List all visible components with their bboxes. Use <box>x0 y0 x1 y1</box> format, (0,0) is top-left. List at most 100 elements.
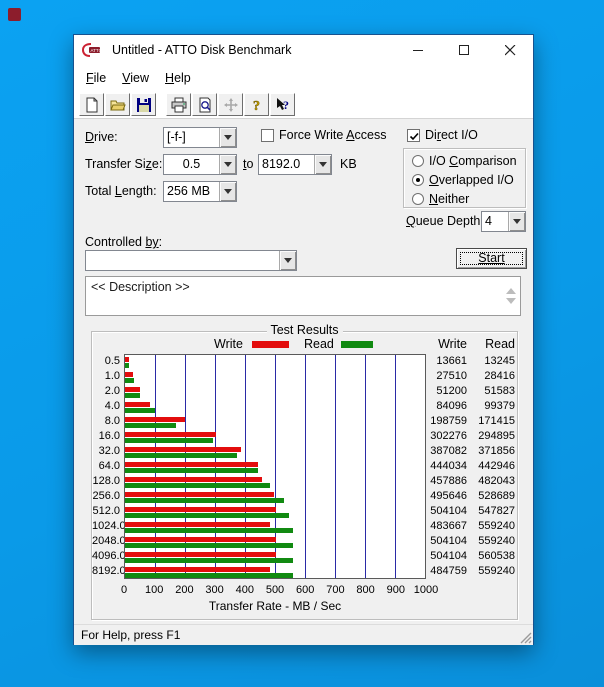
y-tick-label: 4096.0 <box>92 550 126 562</box>
svg-text:?: ? <box>283 98 289 112</box>
radio-circle[interactable] <box>412 155 424 167</box>
toolbar: ? ? <box>74 91 533 119</box>
read-bar <box>125 573 293 578</box>
save-button[interactable] <box>131 93 156 116</box>
checkbox-box[interactable] <box>261 128 274 142</box>
transfer-from-select[interactable]: 0.5 <box>163 154 237 175</box>
chevron-down-icon[interactable] <box>219 128 236 147</box>
read-bar <box>125 543 293 548</box>
x-tick-label: 900 <box>386 584 405 596</box>
write-values-column: 13661 27510 51200 84096 198759 302276 387082 44… <box>422 354 467 579</box>
description-box[interactable]: << Description >> <box>85 276 521 316</box>
write-value-cell: 13661 <box>436 355 467 367</box>
scroll-up-icon[interactable] <box>506 283 516 294</box>
menu-view[interactable]: View <box>114 68 157 88</box>
x-tick-label: 800 <box>356 584 375 596</box>
chart-row <box>125 475 425 490</box>
scroll-down-icon[interactable] <box>506 298 516 309</box>
force-write-access-checkbox[interactable]: Force Write Access <box>261 128 386 142</box>
x-tick-label: 600 <box>296 584 315 596</box>
read-value-cell: 559240 <box>478 520 515 532</box>
write-column-header: Write <box>438 337 467 351</box>
write-value-cell: 457886 <box>430 475 467 487</box>
direct-io-checkbox[interactable]: Direct I/O <box>407 128 478 142</box>
to-label: to <box>243 157 254 171</box>
queue-depth-select[interactable]: 4 <box>481 211 526 232</box>
y-tick-label: 128.0 <box>92 475 120 487</box>
read-bar <box>125 408 155 413</box>
write-bar <box>125 537 277 542</box>
read-value-cell: 528689 <box>478 490 515 502</box>
radio-circle-selected[interactable] <box>412 174 424 186</box>
chevron-down-icon[interactable] <box>279 251 296 270</box>
y-tick-label: 2048.0 <box>92 535 126 547</box>
read-bar <box>125 393 141 398</box>
read-bar <box>125 483 270 488</box>
read-value-cell: 559240 <box>478 565 515 577</box>
chevron-down-icon[interactable] <box>314 155 331 174</box>
status-text: For Help, press F1 <box>81 628 181 642</box>
legend-write-label: Write <box>214 337 243 351</box>
chevron-down-icon[interactable] <box>219 155 236 174</box>
write-bar <box>125 357 130 362</box>
context-help-button[interactable]: ? <box>270 93 295 116</box>
chart-row <box>125 370 425 385</box>
read-value-cell: 171415 <box>478 415 515 427</box>
total-length-select[interactable]: 256 MB <box>163 181 237 202</box>
y-tick-label: 4.0 <box>104 400 120 412</box>
radio-circle[interactable] <box>412 193 424 205</box>
y-tick-label: 16.0 <box>98 430 120 442</box>
chevron-down-icon[interactable] <box>508 212 525 231</box>
help-button[interactable]: ? <box>244 93 269 116</box>
checkbox-box[interactable] <box>407 128 420 142</box>
resize-grip[interactable] <box>518 630 532 644</box>
drive-select[interactable]: [-f-] <box>163 127 237 148</box>
move-arrows-icon <box>223 97 238 112</box>
maximize-button[interactable] <box>441 35 487 65</box>
bar-chart-plot <box>124 354 426 579</box>
chart-row <box>125 535 425 550</box>
x-axis-ticks: 0 100 200 300 400 500 600 700 800 900 1000 <box>121 584 438 598</box>
svg-text:ATTO: ATTO <box>91 48 103 53</box>
io-mode-group: I/O Comparison Overlapped I/O Neither <box>403 148 526 208</box>
write-bar <box>125 552 277 557</box>
open-file-button[interactable] <box>105 93 130 116</box>
read-value-cell: 13245 <box>484 355 515 367</box>
new-file-button[interactable] <box>79 93 104 116</box>
x-tick-label: 400 <box>235 584 254 596</box>
start-button[interactable]: Start <box>456 248 527 269</box>
radio-neither[interactable]: Neither <box>412 192 525 206</box>
print-preview-icon <box>199 97 211 112</box>
help-icon: ? <box>252 98 260 112</box>
write-bar <box>125 522 271 527</box>
chevron-down-icon[interactable] <box>219 182 236 201</box>
chart-row <box>125 385 425 400</box>
print-preview-button[interactable] <box>192 93 217 116</box>
read-bar <box>125 453 237 458</box>
read-bar <box>125 558 294 563</box>
read-bar <box>125 423 177 428</box>
write-value-cell: 27510 <box>436 370 467 382</box>
menu-help[interactable]: Help <box>157 68 199 88</box>
read-bar <box>125 513 290 518</box>
close-button[interactable] <box>487 35 533 65</box>
kb-label: KB <box>340 157 357 171</box>
radio-overlapped-io[interactable]: Overlapped I/O <box>412 173 525 187</box>
radio-io-comparison[interactable]: I/O Comparison <box>412 154 525 168</box>
minimize-button[interactable] <box>395 35 441 65</box>
total-length-label: Total Length: <box>85 184 157 198</box>
x-tick-label: 300 <box>205 584 224 596</box>
checkmark-icon <box>409 132 419 140</box>
write-bar <box>125 432 216 437</box>
read-bar <box>125 498 284 503</box>
controlled-by-select[interactable] <box>85 250 297 271</box>
save-floppy-icon <box>136 97 151 112</box>
title-bar[interactable]: ATTO Untitled - ATTO Disk Benchmark <box>74 35 533 65</box>
transfer-to-select[interactable]: 8192.0 <box>258 154 332 175</box>
menu-file[interactable]: File <box>78 68 114 88</box>
read-bar <box>125 468 258 473</box>
print-button[interactable] <box>166 93 191 116</box>
pan-button[interactable] <box>218 93 243 116</box>
chart-row <box>125 505 425 520</box>
y-tick-label: 2.0 <box>104 385 120 397</box>
